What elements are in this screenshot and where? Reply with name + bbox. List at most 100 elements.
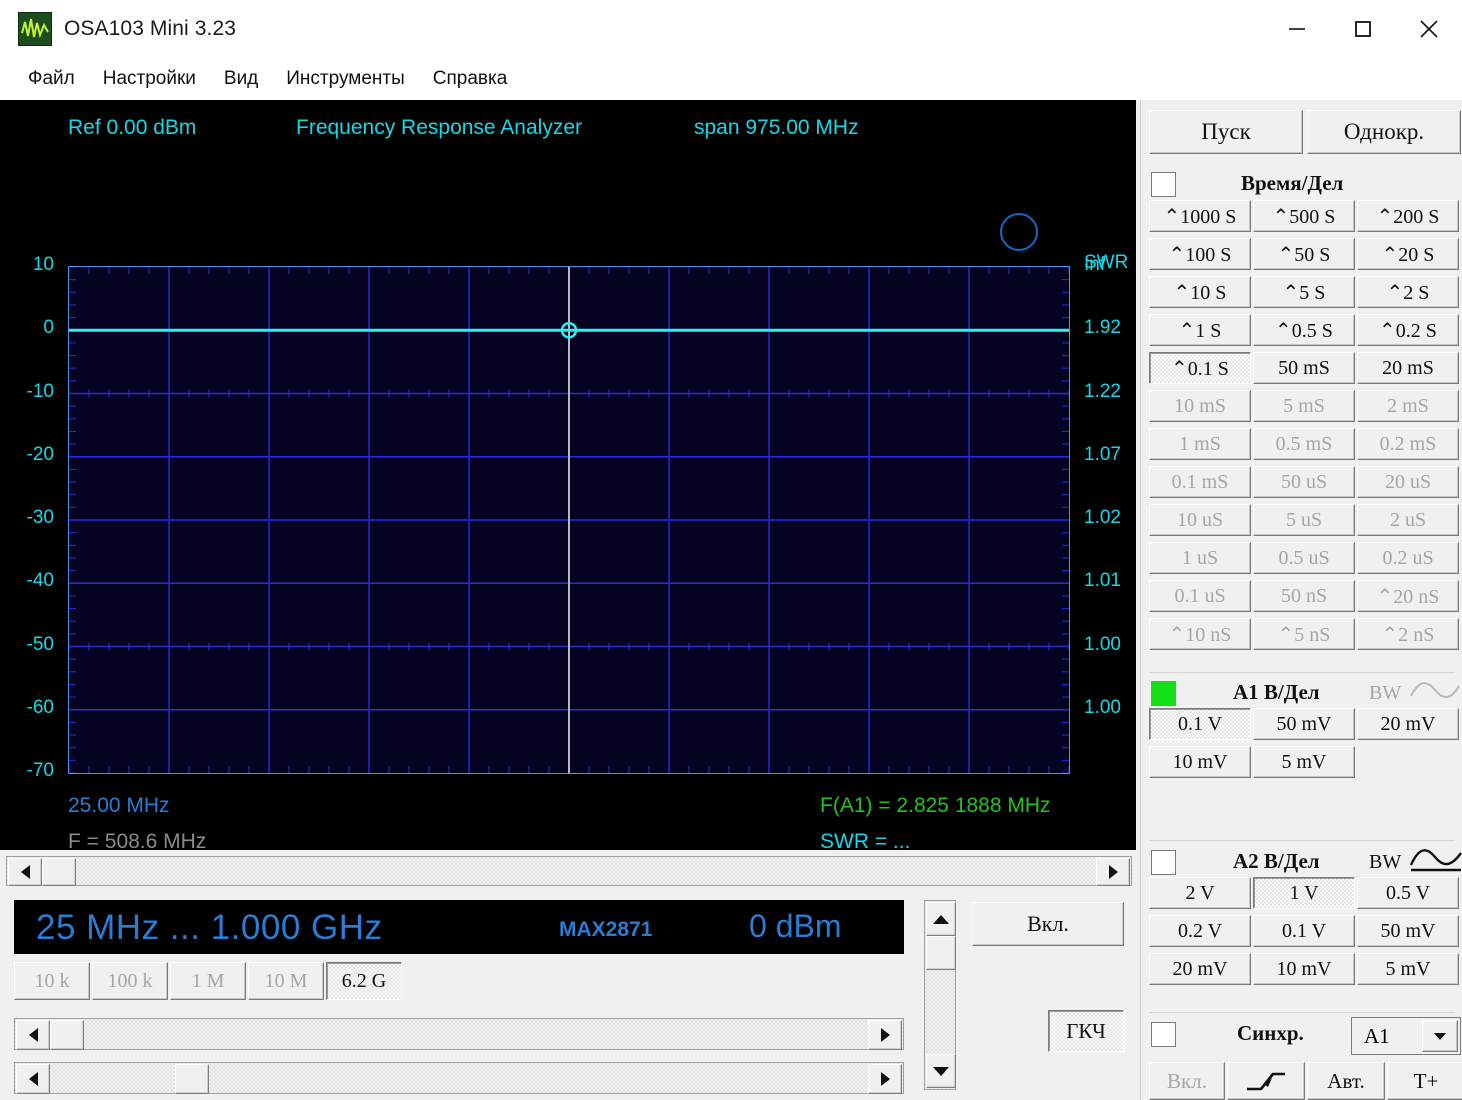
a2-volt-div-button-0.5-v[interactable]: 0.5 V <box>1357 877 1459 909</box>
menu-item-view[interactable]: Вид <box>210 64 272 94</box>
time-div-button--20-ns: ⌃20 nS <box>1357 580 1459 612</box>
a2-enable-checkbox[interactable] <box>1151 850 1176 875</box>
sweep-generator-button[interactable]: ГКЧ <box>1048 1010 1124 1052</box>
sync-enable-checkbox[interactable] <box>1151 1022 1176 1047</box>
time-div-button-50-ms[interactable]: 50 mS <box>1253 352 1355 384</box>
scroll-right-button-1[interactable] <box>1096 858 1130 886</box>
time-div-button-20-ms[interactable]: 20 mS <box>1357 352 1459 384</box>
time-div-button-0.5-ms: 0.5 mS <box>1253 428 1355 460</box>
a2-volt-div-button-2-v[interactable]: 2 V <box>1149 877 1251 909</box>
time-div-button--10-ns: ⌃10 nS <box>1149 618 1251 650</box>
scroll-up-button[interactable] <box>926 902 956 936</box>
chart-title: Frequency Response Analyzer <box>296 116 582 139</box>
a2-bw-wave-icon[interactable] <box>1409 845 1462 878</box>
generator-step-10-m: 10 M <box>248 962 324 1000</box>
run-button[interactable]: Пуск <box>1149 110 1303 154</box>
time-div-button--10-s[interactable]: ⌃10 S <box>1149 276 1251 308</box>
a1-bw-wave-icon[interactable] <box>1409 678 1461 707</box>
time-div-button--100-s[interactable]: ⌃100 S <box>1149 238 1251 270</box>
a1-enable-checkbox[interactable] <box>1151 681 1176 706</box>
time-div-button--2-ns: ⌃2 nS <box>1357 618 1459 650</box>
time-div-button-0.2-ms: 0.2 mS <box>1357 428 1459 460</box>
scroll-left-button-1[interactable] <box>8 858 42 886</box>
sync-button-авт.[interactable]: Авт. <box>1307 1062 1385 1100</box>
a1-volt-div-button-5-mv[interactable]: 5 mV <box>1253 746 1355 778</box>
start-frequency-readout: 25.00 MHz <box>68 794 170 817</box>
freq-scroll-thumb-2[interactable] <box>175 1064 209 1094</box>
time-div-button--200-s[interactable]: ⌃200 S <box>1357 200 1459 232</box>
time-div-button--1-s[interactable]: ⌃1 S <box>1149 314 1251 346</box>
time-div-button--5-s[interactable]: ⌃5 S <box>1253 276 1355 308</box>
a2-volt-div-button-20-mv[interactable]: 20 mV <box>1149 953 1251 985</box>
a1-volt-div-button-0.1-v[interactable]: 0.1 V <box>1149 708 1251 740</box>
time-div-button--2-s[interactable]: ⌃2 S <box>1357 276 1459 308</box>
freq-scroll-left-2[interactable] <box>16 1064 50 1094</box>
a1-bw-label[interactable]: BW <box>1369 682 1401 705</box>
swr-tick-5: 1.01 <box>1084 570 1121 592</box>
sync-edge-icon-button[interactable] <box>1227 1062 1305 1100</box>
minimize-icon[interactable] <box>1264 0 1330 58</box>
swr-tick-2: 1.22 <box>1084 380 1121 402</box>
a1-volt-div-button-20-mv[interactable]: 20 mV <box>1357 708 1459 740</box>
time-div-button--0.5-s[interactable]: ⌃0.5 S <box>1253 314 1355 346</box>
a1-volt-div-button-10-mv[interactable]: 10 mV <box>1149 746 1251 778</box>
close-icon[interactable] <box>1396 0 1462 58</box>
a2-volt-div-button-0.1-v[interactable]: 0.1 V <box>1253 915 1355 947</box>
time-div-button-50-ns: 50 nS <box>1253 580 1355 612</box>
scope-scrollbar-top[interactable] <box>6 856 1132 886</box>
sync-source-select[interactable]: A1 <box>1351 1017 1461 1055</box>
scroll-down-button[interactable] <box>926 1054 956 1088</box>
menu-item-file[interactable]: Файл <box>14 64 89 94</box>
plot-canvas[interactable] <box>68 266 1070 774</box>
time-div-button--20-s[interactable]: ⌃20 S <box>1357 238 1459 270</box>
scroll-thumb-1[interactable] <box>42 858 76 886</box>
a2-volt-div-button-10-mv[interactable]: 10 mV <box>1253 953 1355 985</box>
generator-vertical-scrollbar[interactable] <box>924 900 956 1090</box>
menu-item-settings[interactable]: Настройки <box>89 64 210 94</box>
time-div-button--0.1-s[interactable]: ⌃0.1 S <box>1149 352 1251 384</box>
time-div-button-5-ms: 5 mS <box>1253 390 1355 422</box>
title-bar-left: OSA103 Mini 3.23 <box>18 12 236 46</box>
application-window: OSA103 Mini 3.23 Файл Настройки Вид Инст… <box>0 0 1462 1100</box>
plot-area[interactable] <box>68 266 1070 774</box>
a1-label: A1 В/Дел <box>1233 680 1320 704</box>
time-div-button-2-ms: 2 mS <box>1357 390 1459 422</box>
time-div-button-1-ms: 1 mS <box>1149 428 1251 460</box>
time-div-checkbox[interactable] <box>1151 172 1176 197</box>
generator-step-6.2-g[interactable]: 6.2 G <box>326 962 402 1000</box>
menu-bar: Файл Настройки Вид Инструменты Справка <box>0 58 1462 100</box>
single-shot-button[interactable]: Однокр. <box>1307 110 1461 154</box>
menu-item-help[interactable]: Справка <box>419 64 522 94</box>
time-div-label: Время/Дел <box>1241 171 1344 195</box>
frequency-scrollbar-2[interactable] <box>14 1062 904 1094</box>
a2-volt-div-button-5-mv[interactable]: 5 mV <box>1357 953 1459 985</box>
generator-on-button[interactable]: Вкл. <box>972 902 1124 946</box>
title-bar: OSA103 Mini 3.23 <box>0 0 1462 58</box>
y-tick-3: -20 <box>26 443 54 465</box>
maximize-icon[interactable] <box>1330 0 1396 58</box>
right-control-panel: Пуск Однокр. Время/Дел ⌃1000 S ⌃500 S ⌃200… <box>1140 100 1462 1100</box>
freq-scroll-left-1[interactable] <box>16 1020 50 1050</box>
scope-display[interactable]: Ref 0.00 dBm Frequency Response Analyzer… <box>0 100 1136 925</box>
scroll-thumb-vertical[interactable] <box>926 936 956 970</box>
a2-volt-div-button-1-v[interactable]: 1 V <box>1253 877 1355 909</box>
time-div-button-10-ms: 10 mS <box>1149 390 1251 422</box>
sync-button-t+[interactable]: T+ <box>1387 1062 1462 1100</box>
freq-scroll-right-2[interactable] <box>868 1064 902 1094</box>
time-div-button--0.2-s[interactable]: ⌃0.2 S <box>1357 314 1459 346</box>
waveform-icon <box>18 12 52 46</box>
freq-scroll-thumb-1[interactable] <box>50 1020 84 1050</box>
freq-scroll-right-1[interactable] <box>868 1020 902 1050</box>
a2-volt-div-button-50-mv[interactable]: 50 mV <box>1357 915 1459 947</box>
frequency-scrollbar-1[interactable] <box>14 1018 904 1050</box>
a2-volt-div-button-0.2-v[interactable]: 0.2 V <box>1149 915 1251 947</box>
time-div-button--500-s[interactable]: ⌃500 S <box>1253 200 1355 232</box>
time-div-button-2-us: 2 uS <box>1357 504 1459 536</box>
menu-item-tools[interactable]: Инструменты <box>272 64 418 94</box>
time-div-button--1000-s[interactable]: ⌃1000 S <box>1149 200 1251 232</box>
swr-tick-4: 1.02 <box>1084 507 1121 528</box>
a2-bw-label[interactable]: BW <box>1369 851 1401 874</box>
a1-volt-div-button-50-mv[interactable]: 50 mV <box>1253 708 1355 740</box>
time-div-button--50-s[interactable]: ⌃50 S <box>1253 238 1355 270</box>
chevron-down-icon[interactable] <box>1422 1020 1458 1052</box>
